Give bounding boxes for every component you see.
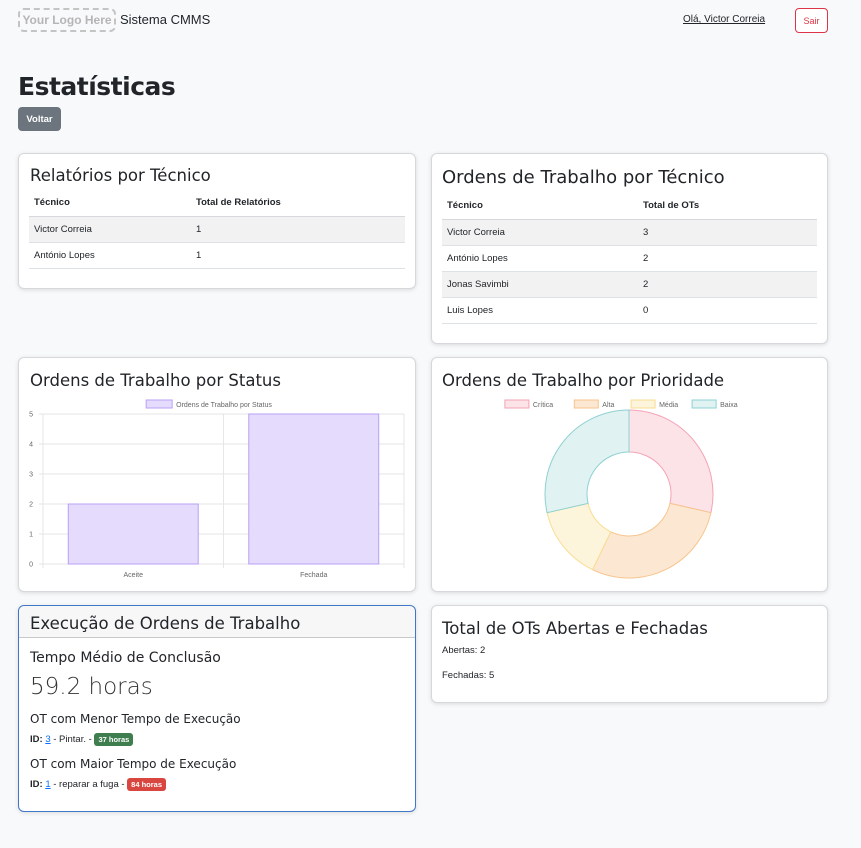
- logo: Your Logo Here: [18, 8, 116, 32]
- min-hours-badge: 37 horas: [94, 733, 134, 746]
- legend-label: Crítica: [533, 402, 553, 409]
- max-id-label: ID:: [30, 779, 43, 790]
- y-tick-label: 3: [29, 472, 33, 479]
- table-row: Victor Correia 3: [442, 219, 817, 246]
- min-exec-row: ID: 3 - Pintar. - 37 horas: [30, 733, 134, 746]
- table-cell: 1: [191, 242, 405, 269]
- user-greeting-link[interactable]: Olá, Victor Correia: [683, 14, 765, 25]
- page-title: Estatísticas: [18, 72, 176, 101]
- legend-label: Alta: [602, 402, 614, 409]
- slice-1: [591, 502, 712, 579]
- legend-label: Ordens de Trabalho por Status: [176, 402, 272, 409]
- legend-swatch: [145, 399, 173, 409]
- status-chart-card: Ordens de Trabalho por Status Ordens de …: [18, 357, 416, 592]
- priority-chart-title: Ordens de Trabalho por Prioridade: [442, 371, 725, 390]
- table-row: Jonas Savimbi 2: [442, 271, 817, 298]
- y-tick-label: 5: [29, 412, 33, 419]
- totals-title: Total de OTs Abertas e Fechadas: [442, 619, 708, 638]
- priority-chart-card: Ordens de Trabalho por Prioridade Crític…: [431, 357, 828, 592]
- table-cell: 2: [638, 271, 817, 298]
- column-header: Total de Relatórios: [191, 190, 405, 217]
- max-hours-badge: 84 horas: [127, 778, 167, 791]
- execution-card: Execução de Ordens de Trabalho Tempo Méd…: [18, 605, 416, 812]
- table-cell: 3: [638, 219, 817, 246]
- x-tick-label: Fechada: [300, 572, 327, 579]
- avg-completion-label: Tempo Médio de Conclusão: [30, 650, 221, 666]
- table-row: António Lopes 1: [29, 242, 405, 269]
- table-cell: 2: [638, 245, 817, 272]
- reports-by-tech-card: Relatórios por Técnico Técnico Total de …: [18, 153, 416, 289]
- table-cell: António Lopes: [29, 242, 191, 269]
- table-row: António Lopes 2: [442, 245, 817, 272]
- totals-card: Total de OTs Abertas e Fechadas Abertas:…: [431, 605, 828, 703]
- max-ot-desc: - reparar a fuga -: [50, 779, 128, 790]
- orders-by-tech-table: Técnico Total de OTs Victor Correia 3 An…: [442, 193, 817, 324]
- legend-label: Média: [659, 402, 678, 409]
- table-cell: Luis Lopes: [442, 297, 638, 324]
- execution-title: Execução de Ordens de Trabalho: [30, 614, 301, 633]
- column-header: Total de OTs: [638, 193, 817, 220]
- table-cell: Victor Correia: [442, 219, 638, 246]
- min-id-label: ID:: [30, 734, 43, 745]
- column-header: Técnico: [29, 190, 191, 217]
- slice-3: [544, 409, 630, 514]
- avg-completion-value: 59.2 horas: [30, 674, 153, 700]
- table-row: Luis Lopes 0: [442, 297, 817, 324]
- table-cell: Jonas Savimbi: [442, 271, 638, 298]
- max-exec-row: ID: 1 - reparar a fuga - 84 horas: [30, 778, 167, 791]
- bar-aceite: [67, 503, 199, 565]
- table-cell: 0: [638, 297, 817, 324]
- y-tick-label: 2: [29, 502, 33, 509]
- y-tick-label: 0: [29, 562, 33, 569]
- orders-by-tech-title: Ordens de Trabalho por Técnico: [442, 167, 725, 188]
- legend-label: Baixa: [720, 402, 738, 409]
- max-exec-label: OT com Maior Tempo de Execução: [30, 757, 237, 771]
- legend-swatch: [504, 399, 530, 409]
- legend-swatch: [630, 399, 656, 409]
- min-ot-desc: - Pintar. -: [50, 734, 95, 745]
- y-tick-label: 1: [29, 532, 33, 539]
- status-chart-title: Ordens de Trabalho por Status: [30, 371, 281, 390]
- logout-button[interactable]: Sair: [795, 8, 828, 33]
- y-tick-label: 4: [29, 442, 33, 449]
- min-exec-label: OT com Menor Tempo de Execução: [30, 712, 241, 726]
- reports-by-tech-title: Relatórios por Técnico: [30, 166, 211, 185]
- slice-0: [628, 409, 714, 514]
- table-row: Victor Correia 1: [29, 216, 405, 243]
- bar-fechada: [248, 413, 380, 565]
- table-cell: 1: [191, 216, 405, 243]
- open-count: Abertas: 2: [442, 645, 486, 656]
- column-header: Técnico: [442, 193, 638, 220]
- back-button[interactable]: Voltar: [18, 107, 61, 131]
- orders-by-tech-card: Ordens de Trabalho por Técnico Técnico T…: [431, 153, 828, 344]
- legend-swatch: [691, 399, 717, 409]
- x-tick-label: Aceite: [124, 572, 144, 579]
- legend-swatch: [573, 399, 599, 409]
- status-bar-chart: Ordens de Trabalho por Status 0 1 2 3 4 5 Aceit…: [29, 399, 405, 579]
- closed-count: Fechadas: 5: [442, 670, 495, 681]
- table-cell: Victor Correia: [29, 216, 191, 243]
- reports-by-tech-table: Técnico Total de Relatórios Victor Corre…: [29, 190, 405, 269]
- table-cell: António Lopes: [442, 245, 638, 272]
- priority-doughnut-chart: Crítica Alta Média Baixa: [504, 399, 738, 579]
- brand-name[interactable]: Sistema CMMS: [120, 12, 210, 27]
